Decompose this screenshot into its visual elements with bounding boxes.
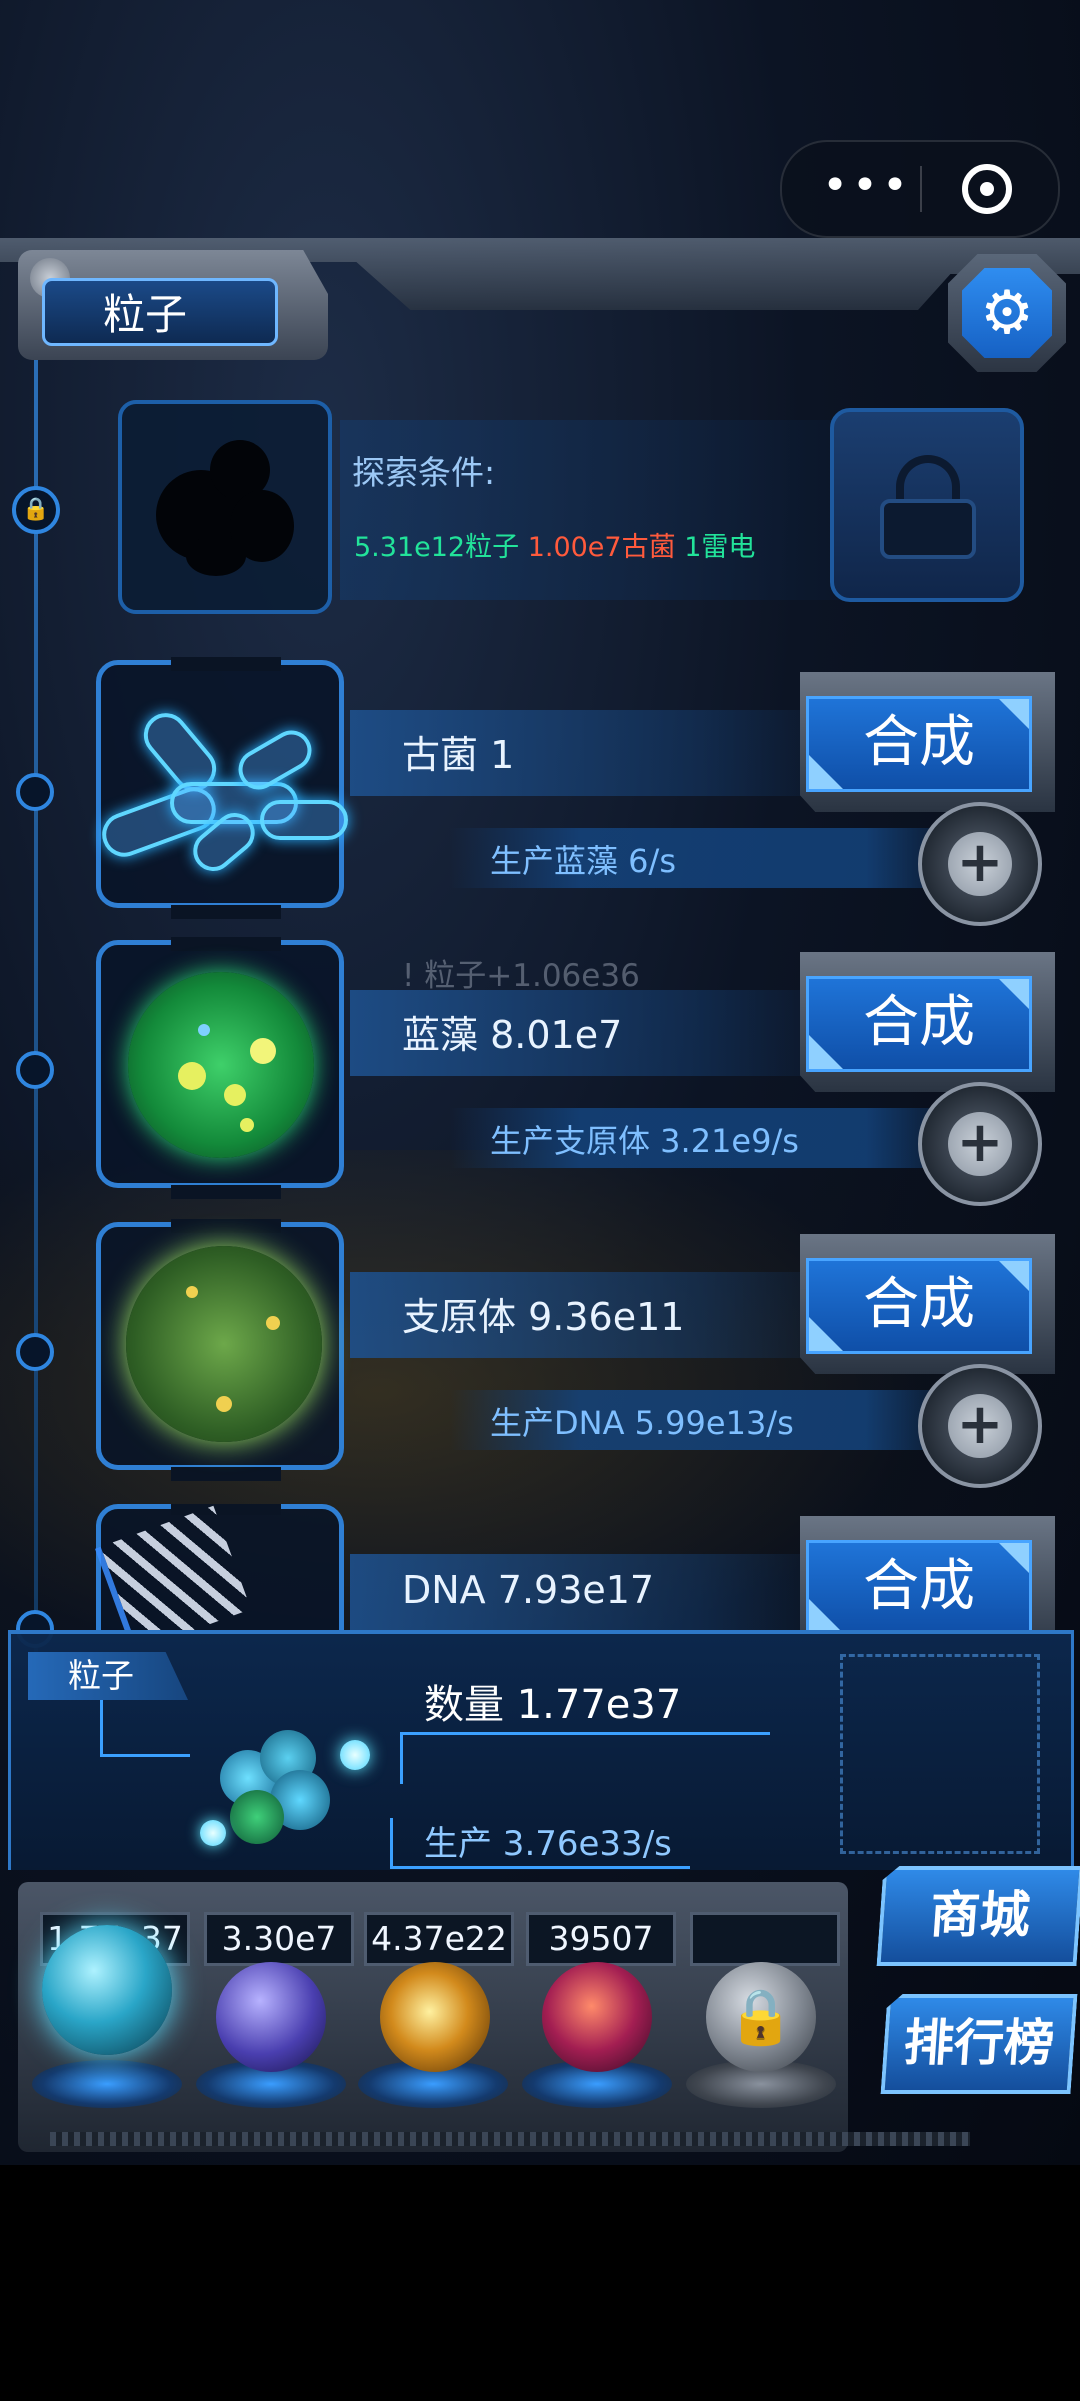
organism-production: 生产DNA 5.99e13/s xyxy=(490,1404,794,1442)
info-tag: 粒子 xyxy=(28,1652,188,1700)
organism-name: 古菌 1 xyxy=(402,733,515,777)
plus-icon[interactable]: + xyxy=(948,1394,1012,1458)
circuit-line xyxy=(390,1866,690,1869)
circuit-line xyxy=(390,1818,393,1868)
galaxy-orb-icon[interactable] xyxy=(380,1962,490,2072)
lightning-orb-icon[interactable] xyxy=(216,1962,326,2072)
organism-row-mycoplasma: 支原体 9.36e11 生产DNA 5.99e13/s 合成 + xyxy=(0,1219,1080,1488)
organism-production: 生产支原体 3.21e9/s xyxy=(490,1122,799,1160)
circuit-line xyxy=(100,1754,190,1757)
bottom-blank-area xyxy=(0,2165,1080,2401)
archaea-icon-part xyxy=(260,800,348,840)
synthesize-button[interactable]: 合成 xyxy=(806,1258,1032,1354)
resource-quantity: 数量 1.77e37 xyxy=(424,1682,682,1728)
explore-conditions: 5.31e12粒子 1.00e7古菌 1雷电 xyxy=(354,525,755,564)
circuit-line xyxy=(400,1732,770,1735)
rail-lock-icon: 🔒 xyxy=(12,486,60,534)
resource-production: 生产 3.76e33/s xyxy=(424,1824,672,1864)
category-tab[interactable]: 粒子 xyxy=(42,278,278,346)
circuit-line xyxy=(400,1732,403,1784)
synthesize-button[interactable]: 合成 xyxy=(806,976,1032,1072)
particle-cluster-icon xyxy=(200,1730,370,1850)
organism-row-archaea: 古菌 1 生产蓝藻 6/s 合成 + xyxy=(0,657,1080,926)
plus-icon[interactable]: + xyxy=(948,1112,1012,1176)
synthesize-button[interactable]: 合成 xyxy=(806,696,1032,792)
resource-value-locked xyxy=(690,1912,840,1966)
condition-archaea: 1.00e7古菌 xyxy=(527,532,676,563)
gear-icon[interactable]: ⚙ xyxy=(962,268,1052,358)
target-icon[interactable] xyxy=(962,164,1012,214)
cyanobacteria-icon xyxy=(128,972,314,1158)
organism-name: 蓝藻 8.01e7 xyxy=(402,1013,623,1057)
leaderboard-button[interactable]: 排行榜 xyxy=(881,1994,1078,2094)
lock-orb-icon: 🔒 xyxy=(706,1962,816,2072)
dna-scan-icon xyxy=(840,1654,1040,1854)
resource-value-thunder: 3.30e7 xyxy=(204,1912,354,1966)
organism-row-cyanobacteria: 蓝藻 8.01e7 生产支原体 3.21e9/s 合成 + xyxy=(0,937,1080,1206)
organism-row-dna: DNA 7.93e17 合成 xyxy=(0,1504,1080,1630)
orb-pad xyxy=(32,2060,182,2108)
organism-name: 支原体 9.36e11 xyxy=(402,1295,685,1339)
bottom-deco-strip xyxy=(50,2132,970,2146)
circuit-line xyxy=(100,1700,103,1756)
synthesize-button[interactable]: 合成 xyxy=(806,1540,1032,1630)
brain-orb-icon[interactable] xyxy=(542,1962,652,2072)
condition-particles: 5.31e12粒子 xyxy=(354,532,520,563)
shop-button[interactable]: 商城 xyxy=(877,1866,1080,1966)
capsule-divider xyxy=(920,166,922,212)
explore-title: 探索条件: xyxy=(352,453,496,492)
mycoplasma-icon xyxy=(126,1246,322,1442)
condition-thunder: 1雷电 xyxy=(684,532,756,563)
organism-name: DNA 7.93e17 xyxy=(402,1568,655,1612)
lock-icon xyxy=(880,455,976,559)
resource-value-galaxy: 4.37e22 xyxy=(364,1912,514,1966)
resource-value-brain: 39507 xyxy=(526,1912,676,1966)
particle-orb-icon[interactable] xyxy=(42,1925,172,2055)
plus-icon[interactable]: + xyxy=(948,832,1012,896)
miniprogram-capsule: ••• xyxy=(780,140,1060,238)
locked-silhouette-icon xyxy=(150,440,300,580)
more-dots-icon[interactable]: ••• xyxy=(812,164,922,214)
organism-production: 生产蓝藻 6/s xyxy=(490,842,676,880)
